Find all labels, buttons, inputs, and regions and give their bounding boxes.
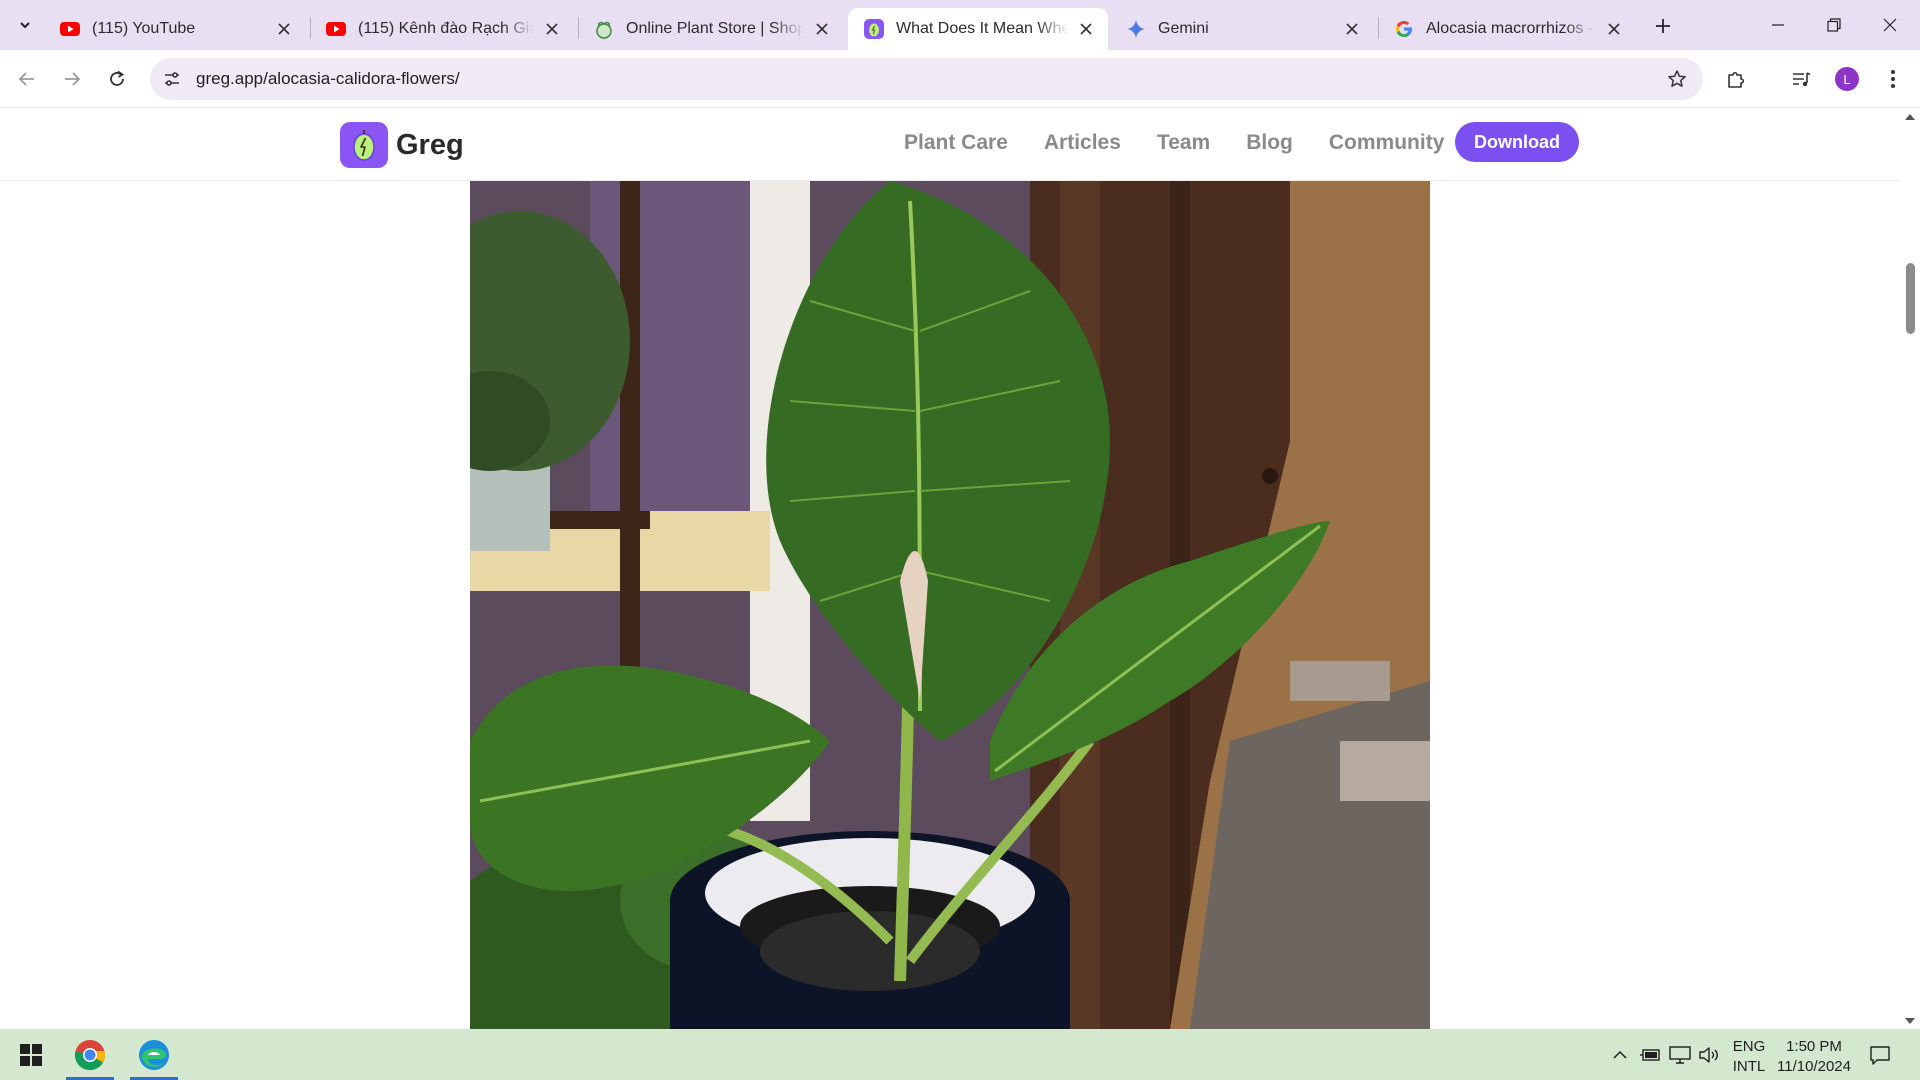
restore-icon [1827,18,1841,32]
close-icon[interactable] [542,19,562,39]
close-icon[interactable] [812,19,832,39]
clock-time: 1:50 PM [1786,1038,1842,1055]
close-icon [1883,18,1897,32]
minimize-button[interactable] [1750,0,1806,50]
url-text[interactable]: greg.app/alocasia-calidora-flowers/ [196,69,460,89]
greg-logo-icon [340,122,388,168]
volume-icon[interactable] [1697,1043,1721,1067]
back-button[interactable] [9,61,45,97]
browser-menu-button[interactable] [1879,65,1907,93]
battery-icon[interactable] [1638,1043,1662,1067]
restore-button[interactable] [1806,0,1862,50]
tab-youtube-2[interactable]: (115) Kênh đào Rạch Giá - [310,8,574,50]
close-window-button[interactable] [1862,0,1918,50]
chevron-down-icon [20,22,30,29]
arrow-left-icon [18,72,34,86]
address-bar[interactable]: greg.app/alocasia-calidora-flowers/ [150,58,1703,100]
puzzle-icon [1728,71,1745,88]
playlist-icon [1793,72,1811,87]
chevron-up-icon [1613,1050,1627,1059]
site-nav: Plant Care Articles Team Blog Community [904,131,1480,155]
scroll-up-arrow-icon[interactable] [1905,113,1915,121]
network-icon[interactable] [1668,1043,1692,1067]
youtube-icon [326,19,346,39]
media-controls-button[interactable] [1787,65,1815,93]
edge-icon [139,1039,169,1070]
extensions-button[interactable] [1722,65,1750,93]
site-logo[interactable]: Greg [340,122,464,168]
tab-title: Online Plant Store | Shop L [626,20,804,37]
start-button[interactable] [3,1029,59,1080]
taskbar-edge[interactable] [126,1029,182,1080]
reload-button[interactable] [99,61,135,97]
site-info-icon[interactable] [160,67,184,91]
tab-title: Alocasia macrorrhizos - Go [1426,20,1596,37]
input-language-indicator[interactable]: ENG INTL [1731,1037,1767,1077]
greg-icon [864,19,884,39]
nav-articles[interactable]: Articles [1044,131,1121,155]
tab-title: (115) YouTube [92,20,196,37]
show-hidden-icons-button[interactable] [1608,1043,1632,1067]
bookmark-star-icon[interactable] [1665,67,1689,91]
tab-strip: (115) YouTube (115) Kênh đào Rạch Giá - … [0,0,1920,50]
close-icon[interactable] [1076,19,1096,39]
tab-greg-active[interactable]: What Does It Mean When A [848,8,1108,50]
forward-button[interactable] [54,61,90,97]
alocasia-plant-photo [470,181,1430,1029]
google-icon [1394,19,1414,39]
more-vertical-icon [1891,70,1895,88]
tab-title: (115) Kênh đào Rạch Giá - [358,20,534,37]
plus-icon [1656,19,1670,33]
tab-google[interactable]: Alocasia macrorrhizos - Go [1378,8,1636,50]
browser-toolbar: greg.app/alocasia-calidora-flowers/ L [0,50,1920,108]
new-tab-button[interactable] [1649,12,1677,40]
nav-plant-care[interactable]: Plant Care [904,131,1008,155]
windows-taskbar: ENG INTL 1:50 PM 11/10/2024 [0,1029,1920,1080]
language-code: ENG [1732,1038,1766,1055]
reload-icon [110,70,125,86]
arrow-right-icon [65,72,81,86]
chrome-icon [74,1039,106,1070]
brand-name: Greg [396,128,464,161]
close-icon[interactable] [274,19,294,39]
site-header: Greg Plant Care Articles Team Blog Commu… [0,109,1900,181]
taskbar-chrome[interactable] [62,1029,118,1080]
close-icon[interactable] [1604,19,1624,39]
gemini-icon [1126,19,1146,39]
tab-title: Gemini [1158,20,1209,37]
scrollbar-thumb[interactable] [1906,263,1915,334]
download-button[interactable]: Download [1455,122,1579,162]
minimize-icon [1772,24,1784,26]
nav-team[interactable]: Team [1157,131,1210,155]
system-clock[interactable]: 1:50 PM 11/10/2024 [1768,1037,1860,1077]
close-icon[interactable] [1342,19,1362,39]
tab-title: What Does It Mean When A [896,20,1068,37]
nav-community[interactable]: Community [1329,131,1445,155]
windows-logo-icon [20,1043,42,1066]
page-scrollbar[interactable] [1900,109,1920,1029]
plant-store-icon [594,19,614,39]
tab-youtube[interactable]: (115) YouTube [44,8,306,50]
page-viewport: Greg Plant Care Articles Team Blog Commu… [0,109,1920,1029]
scroll-down-arrow-icon[interactable] [1905,1017,1915,1025]
clock-date: 11/10/2024 [1777,1058,1851,1075]
youtube-icon [60,19,80,39]
notifications-button[interactable] [1868,1043,1892,1067]
tab-plant-store[interactable]: Online Plant Store | Shop L [578,8,844,50]
tab-search-button[interactable] [9,9,41,41]
keyboard-layout: INTL [1732,1058,1766,1075]
tab-gemini[interactable]: Gemini [1110,8,1374,50]
notification-icon [1870,1046,1890,1065]
profile-avatar[interactable]: L [1835,67,1859,91]
nav-blog[interactable]: Blog [1246,131,1293,155]
